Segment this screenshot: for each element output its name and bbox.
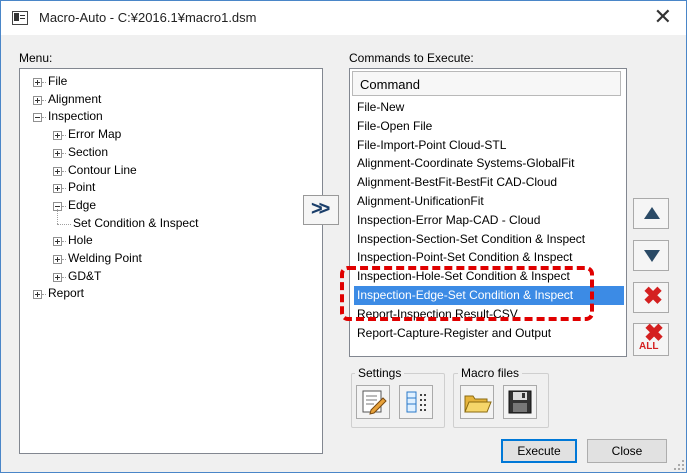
highlight-annotation — [340, 266, 594, 321]
expand-plus-icon[interactable] — [53, 272, 62, 282]
macro-files-group-label: Macro files — [458, 366, 523, 380]
resize-grip-icon[interactable] — [674, 460, 684, 470]
command-row[interactable]: File-Import-Point Cloud-STL — [354, 136, 624, 155]
delete-all-label: ALL — [639, 341, 659, 352]
move-down-button[interactable] — [633, 240, 669, 271]
tree-node-label[interactable]: Hole — [68, 233, 93, 247]
save-macro-button[interactable] — [503, 385, 537, 419]
close-window-button[interactable]: ✕ — [654, 6, 672, 28]
tree-node-label[interactable]: GD&T — [68, 269, 101, 283]
command-row[interactable]: File-New — [354, 98, 624, 117]
tree-connector — [42, 294, 46, 296]
tree-connector — [62, 135, 66, 137]
menu-label: Menu: — [19, 51, 53, 65]
expand-plus-icon[interactable] — [53, 237, 62, 247]
delete-button[interactable]: ✖ — [633, 282, 669, 313]
notepad-pencil-icon — [362, 390, 387, 415]
expand-plus-icon[interactable] — [53, 255, 62, 264]
tree-connector — [62, 276, 66, 278]
window-title: Macro-Auto - C:¥2016.1¥macro1.dsm — [39, 10, 257, 25]
expand-plus-icon[interactable] — [33, 78, 42, 87]
tree-node-label[interactable]: Welding Point — [68, 251, 142, 265]
floppy-disk-icon — [508, 390, 532, 414]
red-x-icon: ✖ — [643, 283, 664, 310]
tree-node-label[interactable]: File — [48, 74, 67, 88]
command-row[interactable]: Alignment-Coordinate Systems-GlobalFit — [354, 154, 624, 173]
title-bar: Macro-Auto - C:¥2016.1¥macro1.dsm ✕ — [1, 1, 686, 35]
tree-node-label[interactable]: Alignment — [48, 92, 101, 106]
move-up-button[interactable] — [633, 198, 669, 229]
tree-node-label[interactable]: Report — [48, 286, 84, 300]
menu-tree[interactable]: File Alignment Inspection Error Map Section C… — [19, 68, 323, 454]
command-row[interactable]: Inspection-Error Map-CAD - Cloud — [354, 211, 624, 230]
expand-plus-icon[interactable] — [53, 148, 62, 158]
add-command-button[interactable]: >> — [303, 195, 339, 225]
tree-connector — [62, 188, 66, 190]
tree-connector — [57, 208, 58, 224]
tree-connector — [62, 241, 66, 243]
commands-label: Commands to Execute: — [349, 51, 474, 65]
app-icon — [12, 11, 28, 25]
command-row[interactable]: Report-Capture-Register and Output — [354, 324, 624, 343]
tree-node-label[interactable]: Contour Line — [68, 163, 137, 177]
tree-connector — [62, 152, 66, 154]
command-row[interactable]: File-Open File — [354, 117, 624, 136]
command-column-header-label: Command — [360, 77, 420, 92]
expand-plus-icon[interactable] — [53, 166, 62, 176]
close-button[interactable]: Close — [587, 439, 667, 463]
collapse-minus-icon[interactable] — [33, 113, 42, 123]
tree-connector — [42, 117, 46, 119]
tree-connector — [62, 205, 66, 207]
tree-node-label[interactable]: Set Condition & Inspect — [73, 216, 198, 230]
command-row[interactable]: Alignment-BestFit-BestFit CAD-Cloud — [354, 173, 624, 192]
command-row[interactable]: Inspection-Point-Set Condition & Inspect — [354, 248, 624, 267]
tree-connector — [62, 170, 66, 172]
expand-plus-icon[interactable] — [33, 290, 42, 300]
grid-columns-icon — [406, 391, 426, 413]
tree-connector — [42, 99, 46, 101]
triangle-down-icon — [644, 250, 660, 262]
layout-settings-button[interactable] — [399, 385, 433, 419]
command-column-header[interactable]: Command — [352, 71, 621, 96]
edit-settings-button[interactable] — [356, 385, 390, 419]
triangle-up-icon — [644, 207, 660, 219]
expand-plus-icon[interactable] — [53, 131, 62, 141]
tree-node-label[interactable]: Section — [68, 145, 108, 159]
tree-connector — [62, 259, 66, 260]
tree-node-label[interactable]: Error Map — [68, 127, 121, 141]
tree-node-label[interactable]: Inspection — [48, 109, 103, 123]
open-macro-button[interactable] — [460, 385, 494, 419]
execute-button[interactable]: Execute — [501, 439, 577, 463]
tree-connector — [42, 82, 46, 83]
tree-node-label[interactable]: Point — [68, 180, 95, 194]
tree-node-label[interactable]: Edge — [68, 198, 96, 212]
expand-plus-icon[interactable] — [53, 184, 62, 194]
command-row[interactable]: Inspection-Section-Set Condition & Inspe… — [354, 230, 624, 249]
expand-plus-icon[interactable] — [33, 95, 42, 105]
command-row[interactable]: Alignment-UnificationFit — [354, 192, 624, 211]
tree-connector — [57, 223, 71, 225]
double-chevron-right-icon: >> — [311, 198, 330, 220]
settings-group-label: Settings — [355, 366, 405, 380]
delete-all-button[interactable]: ✖ ALL — [633, 321, 669, 356]
folder-open-icon — [464, 395, 492, 413]
